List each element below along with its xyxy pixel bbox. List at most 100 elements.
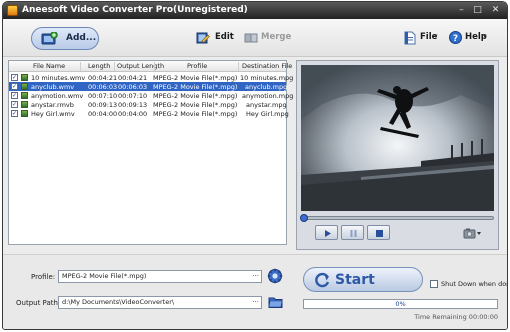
minimize-button[interactable]: – [455,4,468,16]
profile-cell: MPEG-2 Movie File(*.mpg) [153,91,238,100]
profile-value: MPEG-2 Movie File(*.mpg) [62,272,147,280]
column-header-length[interactable]: Length [88,62,110,70]
destination-cell: anymotion.mpg [242,91,294,100]
merge-button[interactable]: Merge [244,31,292,45]
close-button[interactable]: ✕ [489,4,502,16]
video-preview [301,65,494,211]
play-button[interactable] [315,225,338,240]
file-list-header: File Name Length Output Length Profile D… [9,61,292,72]
column-header-destination[interactable]: Destination File [242,62,292,70]
output-length-cell: 00:09:13 [118,100,148,109]
start-button[interactable]: Start [303,267,423,292]
output-length-cell: 00:04:21 [118,73,148,82]
file-name-cell: Hey Girl.wmv [31,109,75,118]
video-frame-image [301,65,494,211]
chevron-down-icon: ▾ [483,32,487,40]
output-path-value: d:\My Documents\VideoConverter\ [62,298,175,306]
row-checkbox[interactable]: ✓ [11,83,18,90]
row-checkbox[interactable]: ✓ [11,92,18,99]
file-menu-button[interactable]: File ▾ [404,31,442,45]
video-file-icon [21,74,28,81]
length-cell: 00:04:00 [88,109,118,118]
edit-button[interactable]: Edit [196,31,236,45]
window-title: Aneesoft Video Converter Pro(Unregistere… [22,5,248,15]
destination-cell: Hey Girl.mpg [246,109,289,118]
convert-refresh-icon [315,272,330,288]
snapshot-button[interactable] [463,227,483,239]
output-path-label: Output Path: [16,299,61,307]
column-header-file-name[interactable]: File Name [33,62,65,70]
destination-cell: anystar.mpg [246,100,287,109]
file-name-cell: 10 minutes.wmv [31,73,86,82]
conversion-progress-bar: 0% [303,299,498,309]
row-checkbox[interactable]: ✓ [11,110,18,117]
length-cell: 00:09:13 [88,100,118,109]
help-menu-button[interactable]: ? Help ▾ [449,31,491,45]
column-divider [80,62,81,71]
table-row[interactable]: ✓ Hey Girl.wmv 00:04:00 00:04:00 MPEG-2 … [9,109,289,118]
profile-cell: MPEG-2 Movie File(*.mpg) [153,82,238,91]
column-header-output-length[interactable]: Output Length [117,62,164,70]
length-cell: 00:07:10 [88,91,118,100]
chevron-down-icon: ▾ [434,32,438,40]
table-row[interactable]: ✓ anyclub.wmv 00:06:03 00:06:03 MPEG-2 M… [9,82,288,91]
column-divider [238,62,239,71]
table-row[interactable]: ✓ anystar.rmvb 00:09:13 00:09:13 MPEG-2 … [9,100,287,109]
shutdown-checkbox[interactable] [430,280,438,288]
camera-icon [463,228,481,239]
maximize-button[interactable]: □ [471,4,484,16]
profile-select[interactable]: MPEG-2 Movie File(*.mpg) ··· [58,270,262,283]
file-name-cell: anymotion.wmv [31,91,84,100]
stop-button[interactable] [367,225,390,240]
svg-text:?: ? [453,34,458,44]
destination-cell: 10 minutes.mpg [240,73,294,82]
profile-cell: MPEG-2 Movie File(*.mpg) [153,73,238,82]
preview-panel [296,60,499,250]
app-window: Aneesoft Video Converter Pro(Unregistere… [2,1,508,330]
profile-cell: MPEG-2 Movie File(*.mpg) [153,100,238,109]
add-button-label: Add... [66,33,97,43]
title-bar[interactable]: Aneesoft Video Converter Pro(Unregistere… [3,2,507,19]
output-length-cell: 00:06:03 [118,82,148,91]
row-checkbox[interactable]: ✓ [11,101,18,108]
output-path-field[interactable]: d:\My Documents\VideoConverter\ ··· [58,296,262,309]
add-button[interactable]: Add... [31,27,99,50]
seek-bar[interactable] [300,214,494,222]
start-button-label: Start [335,272,375,288]
more-icon[interactable]: ··· [252,297,259,308]
destination-cell: anyclub.mpg [245,82,288,91]
video-file-icon [21,92,28,99]
profile-settings-gear-icon[interactable] [267,268,283,284]
stop-icon [376,230,383,237]
column-divider [154,62,155,71]
more-icon[interactable]: ··· [252,271,259,282]
profile-label: Profile: [31,273,56,281]
file-name-cell: anyclub.wmv [31,82,75,91]
edit-label: Edit [215,32,234,42]
file-name-cell: anystar.rmvb [31,100,74,109]
output-settings-area: Profile: MPEG-2 Movie File(*.mpg) ··· Ou… [3,254,507,329]
profile-cell: MPEG-2 Movie File(*.mpg) [153,109,238,118]
pause-icon [350,230,357,237]
file-icon [404,31,416,45]
pause-button[interactable] [341,225,364,240]
row-checkbox[interactable]: ✓ [11,74,18,81]
open-folder-icon[interactable] [268,296,283,308]
play-icon [325,230,331,237]
length-cell: 00:06:03 [88,82,118,91]
table-row[interactable]: ✓ 10 minutes.wmv 00:04:21 00:04:21 MPEG-… [9,73,293,82]
app-logo-icon [7,5,18,16]
toolbar: Add... Edit Merge File ▾ ? Help ▾ [3,19,507,57]
table-row[interactable]: ✓ anymotion.wmv 00:07:10 00:07:10 MPEG-2… [9,91,293,100]
video-file-icon [21,83,28,90]
merge-label: Merge [261,32,292,42]
output-length-cell: 00:07:10 [118,91,148,100]
progress-percent: 0% [395,300,406,308]
file-list[interactable]: File Name Length Output Length Profile D… [8,60,293,245]
merge-icon [244,33,258,43]
time-remaining: Time Remaining 00:00:00 [414,313,498,321]
column-header-profile[interactable]: Profile [187,62,207,70]
seek-handle[interactable] [300,214,308,222]
add-video-icon [41,32,58,45]
help-icon: ? [449,31,462,44]
